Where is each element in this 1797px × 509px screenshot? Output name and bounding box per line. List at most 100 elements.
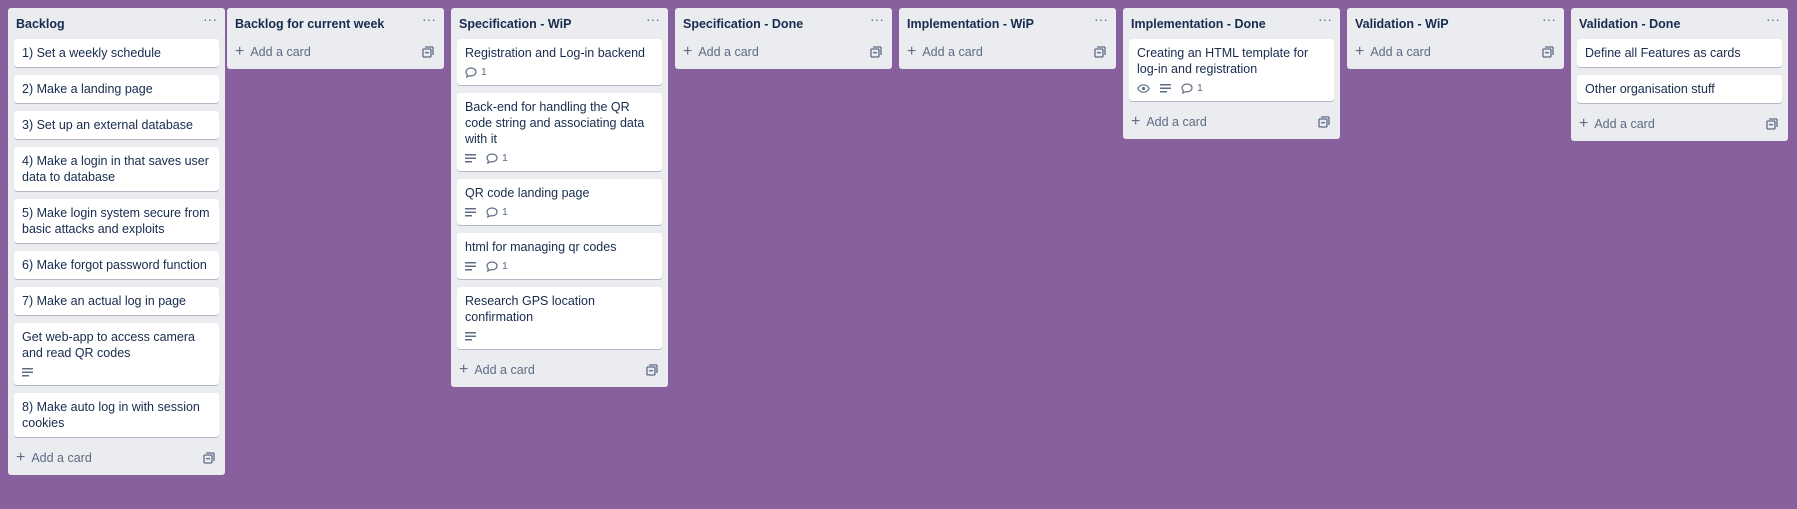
list-header[interactable]: Backlog for current week ··· [227, 8, 444, 39]
list-title[interactable]: Implementation - Done [1131, 17, 1266, 31]
card-template-icon[interactable] [1542, 46, 1556, 60]
comment-badge: 1 [465, 64, 487, 80]
plus-icon: + [1579, 115, 1589, 132]
list-implementation-done[interactable]: Implementation - Done ··· Creating an HTML… [1123, 8, 1340, 139]
description-icon [465, 261, 476, 271]
list-backlog[interactable]: Backlog ··· 1) Set a weekly schedule 2) Mak… [8, 8, 225, 475]
card[interactable]: Define all Features as cards [1577, 39, 1782, 67]
card-template-icon[interactable] [422, 46, 436, 60]
card[interactable]: 7) Make an actual log in page [14, 287, 219, 315]
card-title: 3) Set up an external database [22, 118, 193, 132]
card-title: QR code landing page [465, 186, 590, 200]
add-card-label: Add a card [698, 45, 759, 59]
card[interactable]: html for managing qr codes 1 [457, 233, 662, 279]
card-template-icon[interactable] [870, 46, 884, 60]
comment-badge: 1 [1181, 80, 1203, 96]
list-title[interactable]: Backlog for current week [235, 17, 384, 31]
add-card-button[interactable]: + Add a card [1355, 43, 1431, 60]
list-backlog-for-current-week[interactable]: Backlog for current week ··· + Add a card [227, 8, 444, 69]
add-card-label: Add a card [922, 45, 983, 59]
card-composer: + Add a card [899, 39, 1116, 69]
add-card-button[interactable]: + Add a card [907, 44, 983, 60]
list-validation-wip[interactable]: Validation - WiP ··· + Add a card [1347, 8, 1564, 69]
list-title[interactable]: Specification - Done [683, 17, 803, 31]
comment-icon [486, 152, 498, 164]
comment-count: 1 [1197, 82, 1203, 94]
add-card-button[interactable]: + Add a card [459, 362, 535, 378]
comment-count: 1 [502, 260, 508, 272]
list-title[interactable]: Backlog [16, 17, 65, 31]
list-title[interactable]: Validation - Done [1579, 17, 1680, 31]
card-title: Other organisation stuff [1585, 82, 1715, 96]
card-template-icon[interactable] [1318, 116, 1332, 130]
list-header[interactable]: Specification - WiP ··· [451, 8, 668, 39]
plus-icon: + [1355, 43, 1365, 60]
ellipsis-icon[interactable]: ··· [1766, 12, 1780, 26]
card[interactable]: Registration and Log-in backend 1 [457, 39, 662, 85]
comment-badge: 1 [486, 150, 508, 166]
card-title: 8) Make auto log in with session cookies [22, 400, 200, 430]
card[interactable]: 1) Set a weekly schedule [14, 39, 219, 67]
list-header[interactable]: Backlog ··· [8, 8, 225, 39]
description-icon [22, 367, 33, 377]
list-implementation-wip[interactable]: Implementation - WiP ··· + Add a card [899, 8, 1116, 69]
add-card-label: Add a card [1594, 117, 1655, 131]
plus-icon: + [235, 43, 245, 60]
card-template-icon[interactable] [1766, 118, 1780, 132]
list-header[interactable]: Specification - Done ··· [675, 8, 892, 39]
comment-icon [486, 206, 498, 218]
card-badges: 1 [1137, 81, 1326, 95]
ellipsis-icon[interactable]: ··· [1094, 12, 1108, 26]
list-header[interactable]: Validation - Done ··· [1571, 8, 1788, 39]
card-badges [22, 365, 211, 379]
comment-count: 1 [481, 66, 487, 78]
list-title[interactable]: Specification - WiP [459, 17, 571, 31]
card-title: Creating an HTML template for log-in and… [1137, 46, 1309, 76]
card-title: 5) Make login system secure from basic a… [22, 206, 210, 236]
list-specification-done[interactable]: Specification - Done ··· + Add a card [675, 8, 892, 69]
card[interactable]: Research GPS location confirmation [457, 287, 662, 349]
card-badges: 1 [465, 65, 654, 79]
card[interactable]: 4) Make a login in that saves user data … [14, 147, 219, 191]
card[interactable]: 2) Make a landing page [14, 75, 219, 103]
card[interactable]: Back-end for handling the QR code string… [457, 93, 662, 171]
card-template-icon[interactable] [203, 452, 217, 466]
card[interactable]: 6) Make forgot password function [14, 251, 219, 279]
card-composer: + Add a card [675, 39, 892, 69]
description-icon [465, 207, 476, 217]
card[interactable]: Get web-app to access camera and read QR… [14, 323, 219, 385]
card[interactable]: 5) Make login system secure from basic a… [14, 199, 219, 243]
list-title[interactable]: Implementation - WiP [907, 17, 1034, 31]
add-card-button[interactable]: + Add a card [16, 450, 92, 466]
card[interactable]: Other organisation stuff [1577, 75, 1782, 103]
card-template-icon[interactable] [1094, 46, 1108, 60]
card[interactable]: 3) Set up an external database [14, 111, 219, 139]
card-title: 4) Make a login in that saves user data … [22, 154, 209, 184]
list-title[interactable]: Validation - WiP [1355, 17, 1449, 31]
add-card-label: Add a card [1146, 115, 1207, 129]
list-header[interactable]: Implementation - WiP ··· [899, 8, 1116, 39]
card[interactable]: QR code landing page 1 [457, 179, 662, 225]
card-badges [465, 329, 654, 343]
card-composer: + Add a card [8, 445, 225, 475]
list-validation-done[interactable]: Validation - Done ··· Define all Features … [1571, 8, 1788, 141]
ellipsis-icon[interactable]: ··· [1542, 12, 1556, 26]
list-specification-wip[interactable]: Specification - WiP ··· Registration and L… [451, 8, 668, 387]
card-template-icon[interactable] [646, 364, 660, 378]
add-card-button[interactable]: + Add a card [235, 43, 311, 60]
card-composer: + Add a card [1571, 111, 1788, 141]
list-header[interactable]: Implementation - Done ··· [1123, 8, 1340, 39]
add-card-button[interactable]: + Add a card [1579, 115, 1655, 132]
ellipsis-icon[interactable]: ··· [1318, 12, 1332, 26]
ellipsis-icon[interactable]: ··· [870, 12, 884, 26]
ellipsis-icon[interactable]: ··· [203, 12, 217, 26]
add-card-button[interactable]: + Add a card [1131, 114, 1207, 130]
comment-count: 1 [502, 152, 508, 164]
ellipsis-icon[interactable]: ··· [646, 12, 660, 26]
card[interactable]: 8) Make auto log in with session cookies [14, 393, 219, 437]
ellipsis-icon[interactable]: ··· [422, 12, 436, 26]
list-header[interactable]: Validation - WiP ··· [1347, 8, 1564, 39]
comment-icon [465, 66, 477, 78]
card[interactable]: Creating an HTML template for log-in and… [1129, 39, 1334, 101]
add-card-button[interactable]: + Add a card [683, 44, 759, 60]
